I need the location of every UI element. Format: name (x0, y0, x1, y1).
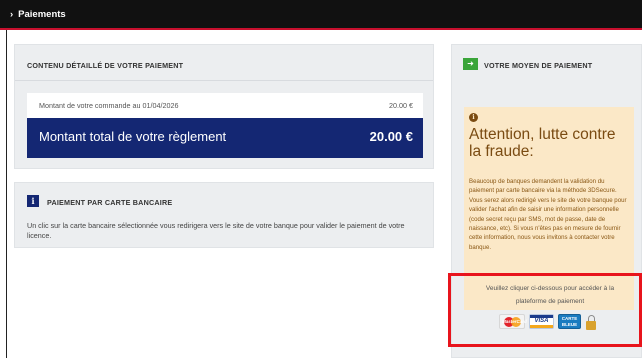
carte-bleue-button[interactable]: CARTE BLEUE (558, 314, 581, 329)
info-circle-icon: i (469, 113, 478, 122)
chevron-right-icon: › (10, 9, 14, 20)
visa-bottom-stripe (530, 325, 553, 328)
fraud-alert-body: Beaucoup de banques demandent la validat… (469, 178, 627, 251)
payment-platform-note: Veuillez cliquer ci-dessous pour accéder… (485, 285, 615, 305)
card-payment-panel: i PAIEMENT PAR CARTE BANCAIRE Un clic su… (14, 182, 434, 248)
visa-button[interactable]: VISA (529, 314, 554, 329)
panel-title: VOTRE MOYEN DE PAIEMENT (484, 61, 593, 70)
mastercard-label: MasterCard (502, 319, 527, 324)
lock-icon (586, 315, 596, 331)
total-amount-value: 20.00 € (369, 129, 413, 144)
total-amount-label: Montant total de votre règlement (39, 129, 227, 144)
visa-label: VISA (534, 318, 549, 324)
fraud-alert-heading: Attention, lutte contre la fraude: (469, 126, 616, 160)
order-amount-value: 20.00 € (389, 101, 413, 110)
left-frame-border (6, 30, 7, 358)
order-amount-label: Montant de votre commande au 01/04/2026 (39, 101, 179, 110)
top-bar: › Paiements (0, 0, 642, 30)
breadcrumb[interactable]: › Paiements (10, 9, 66, 20)
card-payment-description: Un clic sur la carte bancaire sélectionn… (27, 221, 405, 240)
arrow-right-icon: ➜ (463, 58, 478, 70)
mastercard-button[interactable]: MasterCard (499, 314, 527, 329)
order-amount-row: Montant de votre commande au 01/04/2026 … (27, 93, 423, 118)
carte-bleue-label: CARTE BLEUE (561, 316, 578, 327)
payment-detail-panel: CONTENU DÉTAILLÉ DE VOTRE PAIEMENT Monta… (14, 44, 434, 169)
panel-title: PAIEMENT PAR CARTE BANCAIRE (47, 198, 173, 207)
divider (15, 80, 433, 81)
total-amount-row: Montant total de votre règlement 20.00 € (27, 118, 423, 158)
panel-title: CONTENU DÉTAILLÉ DE VOTRE PAIEMENT (27, 61, 184, 70)
breadcrumb-label: Paiements (18, 9, 66, 20)
info-icon: i (27, 195, 39, 207)
